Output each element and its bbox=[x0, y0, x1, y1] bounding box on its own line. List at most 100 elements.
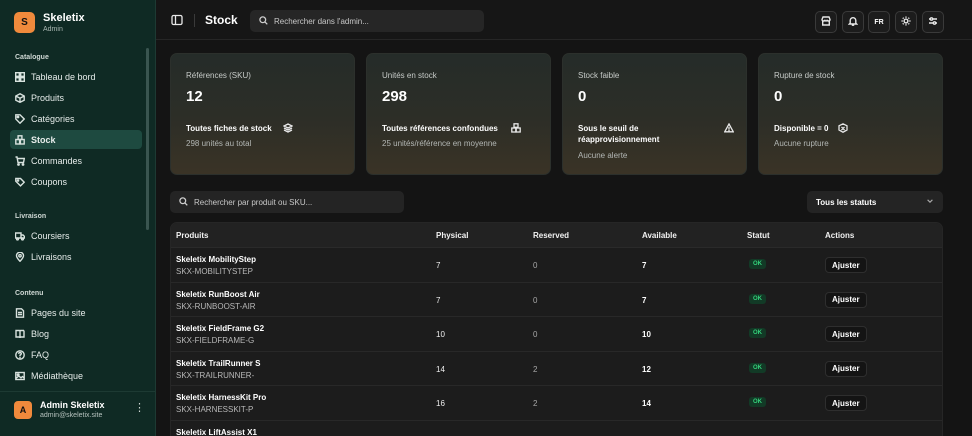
status-filter-select[interactable]: Tous les statuts bbox=[807, 191, 943, 213]
product-name: Skeletix MobilityStep bbox=[176, 255, 257, 264]
sidebar-item-orders[interactable]: Commandes bbox=[10, 151, 142, 170]
global-search-input[interactable] bbox=[274, 16, 474, 26]
adjust-button[interactable]: Ajuster bbox=[825, 360, 867, 377]
sun-icon bbox=[901, 16, 911, 28]
user-profile[interactable]: A Admin Skeletix admin@skeletix.site bbox=[14, 400, 105, 419]
truck-icon bbox=[15, 231, 25, 241]
sidebar-item-label: Livraisons bbox=[31, 251, 72, 262]
help-icon bbox=[15, 349, 25, 360]
warning-icon bbox=[723, 122, 735, 133]
box-icon bbox=[15, 92, 25, 103]
sidebar-item-products[interactable]: Produits bbox=[10, 88, 142, 107]
stock-search[interactable] bbox=[170, 191, 404, 213]
product-sku: SKX-TRAILRUNNER- bbox=[176, 370, 255, 380]
theme-toggle-button[interactable] bbox=[895, 11, 917, 33]
settings-toggle-button[interactable] bbox=[922, 11, 944, 33]
physical-qty: 16 bbox=[436, 399, 445, 408]
layers-icon bbox=[282, 123, 294, 133]
brand-subtitle: Admin bbox=[43, 26, 63, 33]
more-vertical-icon[interactable]: ⋮ bbox=[134, 403, 145, 414]
topbar: Stock FR bbox=[156, 0, 972, 40]
adjust-button[interactable]: Ajuster bbox=[825, 326, 867, 342]
available-qty: 14 bbox=[642, 399, 651, 408]
available-qty: 12 bbox=[642, 364, 651, 374]
stat-value: 0 bbox=[578, 88, 587, 105]
avatar: A bbox=[14, 400, 32, 419]
adjust-button[interactable]: Ajuster bbox=[825, 395, 867, 411]
stat-value: 0 bbox=[774, 88, 783, 105]
global-search[interactable] bbox=[250, 10, 484, 32]
status-badge: OK bbox=[749, 328, 766, 338]
available-qty: 7 bbox=[642, 295, 647, 305]
adjust-button[interactable]: Ajuster bbox=[825, 257, 867, 273]
page-title: Stock bbox=[205, 13, 238, 27]
product-name: Skeletix RunBoost Air bbox=[176, 289, 260, 299]
column-header-reserved[interactable]: Reserved bbox=[533, 231, 569, 240]
adjust-button[interactable]: Ajuster bbox=[825, 291, 867, 308]
table-row: Skeletix HarnessKit Pro SKX-HARNESSKIT-P… bbox=[171, 386, 942, 421]
sidebar-item-faq[interactable]: FAQ bbox=[10, 345, 142, 364]
reserved-qty: 0 bbox=[533, 295, 538, 305]
stat-value: 298 bbox=[382, 88, 408, 105]
sidebar-item-media[interactable]: Médiathèque bbox=[10, 366, 142, 385]
sidebar-item-blog[interactable]: Blog bbox=[10, 324, 142, 343]
sidebar-item-label: Commandes bbox=[31, 155, 83, 166]
nav-section-title: Livraison bbox=[15, 213, 47, 220]
sidebar-item-categories[interactable]: Catégories bbox=[10, 109, 142, 128]
book-icon bbox=[15, 329, 25, 339]
sidebar-scrollbar[interactable] bbox=[146, 48, 149, 230]
sidebar-item-label: Médiathèque bbox=[31, 370, 84, 381]
sidebar-item-deliveries[interactable]: Livraisons bbox=[10, 247, 142, 266]
brand-logo: S bbox=[14, 12, 35, 33]
sidebar-item-label: Pages du site bbox=[31, 307, 86, 318]
nav-section-contenu: Contenu Pages du site Blog FAQ Médiathèq… bbox=[0, 287, 156, 387]
store-button[interactable] bbox=[815, 11, 837, 33]
stat-title: Sous le seuil de réapprovisionnement bbox=[578, 124, 660, 144]
chevron-down-icon bbox=[926, 197, 934, 207]
cart-icon bbox=[15, 155, 25, 166]
language-button[interactable]: FR bbox=[868, 11, 890, 33]
product-sku: SKX-MOBILITYSTEP bbox=[176, 267, 253, 276]
stock-search-input[interactable] bbox=[194, 197, 394, 207]
sidebar-item-coupons[interactable]: Coupons bbox=[10, 172, 142, 191]
reserved-qty: 0 bbox=[533, 330, 538, 339]
page-icon bbox=[15, 307, 25, 318]
column-header-products[interactable]: Produits bbox=[176, 231, 208, 240]
column-header-status[interactable]: Statut bbox=[747, 231, 770, 240]
store-icon bbox=[821, 16, 831, 28]
product-sku: SKX-HARNESSKIT-P bbox=[176, 405, 254, 414]
sidebar-item-label: Tableau de bord bbox=[31, 71, 96, 82]
brand[interactable]: S Skeletix Admin bbox=[14, 12, 85, 33]
physical-qty: 7 bbox=[436, 295, 441, 305]
status-badge: OK bbox=[749, 293, 766, 304]
stat-card-low-stock: Stock faible 0 Sous le seuil de réapprov… bbox=[562, 53, 747, 175]
column-header-actions[interactable]: Actions bbox=[825, 231, 854, 240]
sidebar-item-couriers[interactable]: Coursiers bbox=[10, 226, 142, 245]
nav-section-title: Contenu bbox=[15, 290, 44, 297]
nav-section-catalogue: Catalogue Tableau de bord Produits Catég… bbox=[0, 51, 156, 193]
physical-qty: 10 bbox=[436, 330, 445, 339]
status-filter-value: Tous les statuts bbox=[816, 197, 877, 207]
user-name: Admin Skeletix bbox=[40, 400, 105, 410]
stat-sub: Aucune alerte bbox=[578, 151, 628, 160]
column-header-physical[interactable]: Physical bbox=[436, 231, 468, 240]
column-header-available[interactable]: Available bbox=[642, 231, 677, 240]
table-row: Skeletix RunBoost Air SKX-RUNBOOST-AIR 7… bbox=[171, 283, 942, 317]
sidebar-item-label: Stock bbox=[31, 134, 56, 145]
sidebar-item-pages[interactable]: Pages du site bbox=[10, 303, 142, 322]
sidebar-item-stock[interactable]: Stock bbox=[10, 130, 142, 149]
image-icon bbox=[15, 371, 25, 381]
sidebar-toggle-icon[interactable] bbox=[171, 14, 183, 26]
sidebar-item-dashboard[interactable]: Tableau de bord bbox=[10, 67, 142, 86]
sidebar-item-label: Coupons bbox=[31, 176, 68, 187]
reserved-qty: 2 bbox=[533, 399, 538, 408]
notifications-button[interactable] bbox=[842, 11, 864, 33]
table-row: Skeletix FieldFrame G2 SKX-FIELDFRAME-G … bbox=[171, 317, 942, 352]
status-badge: OK bbox=[749, 259, 766, 269]
stat-label: Rupture de stock bbox=[774, 71, 835, 80]
sliders-icon bbox=[928, 16, 938, 28]
available-qty: 10 bbox=[642, 330, 651, 339]
stat-card-sku: Références (SKU) 12 Toutes fiches de sto… bbox=[170, 53, 355, 175]
user-email: admin@skeletix.site bbox=[40, 412, 103, 419]
status-badge: OK bbox=[749, 362, 766, 373]
